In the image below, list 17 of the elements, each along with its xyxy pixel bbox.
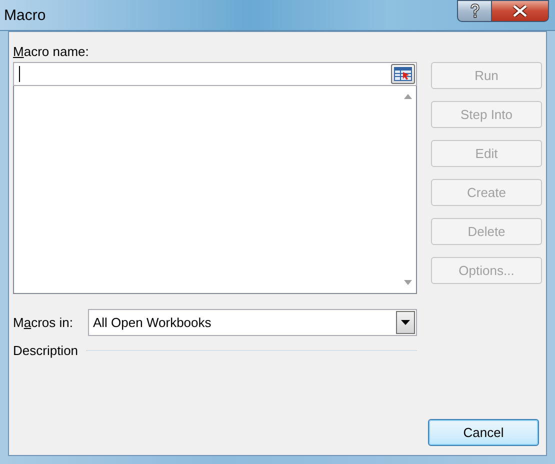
close-button[interactable] — [491, 0, 549, 22]
window-title: Macro — [4, 6, 46, 24]
dropdown-button[interactable] — [396, 311, 415, 334]
macros-in-dropdown[interactable]: All Open Workbooks — [88, 309, 417, 336]
cancel-button[interactable]: Cancel — [428, 419, 539, 446]
caret-icon — [401, 320, 410, 325]
collapse-dialog-button[interactable] — [391, 64, 415, 84]
help-button[interactable] — [457, 0, 492, 22]
scroll-up-icon[interactable] — [404, 94, 412, 99]
description-label: Description — [13, 343, 78, 358]
grid-icon — [394, 67, 412, 81]
macros-in-label: Macros in: — [13, 315, 74, 330]
macro-name-label: Macro name: — [13, 44, 90, 59]
scroll-down-icon[interactable] — [404, 280, 412, 285]
close-icon — [512, 5, 528, 17]
macro-name-field[interactable] — [13, 62, 417, 86]
help-icon — [468, 3, 482, 19]
